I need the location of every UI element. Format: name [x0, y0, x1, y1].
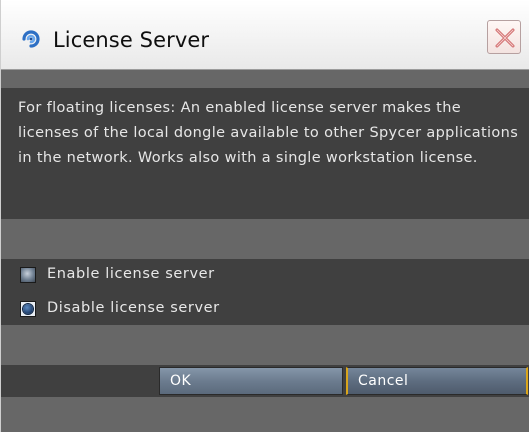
window-title: License Server — [53, 28, 210, 52]
disable-license-server-option[interactable]: Disable license server — [1, 293, 529, 325]
spacer-band — [1, 219, 529, 259]
ok-button[interactable]: OK — [159, 367, 343, 395]
footer-band — [1, 397, 529, 432]
license-server-dialog: License Server For floating licenses: An… — [0, 0, 529, 432]
cancel-button[interactable]: Cancel — [346, 367, 528, 395]
title-bar[interactable]: License Server — [1, 0, 529, 70]
enable-radio-label[interactable]: Enable license server — [47, 266, 215, 282]
spacer-band — [1, 325, 529, 365]
close-icon — [495, 28, 515, 48]
disable-radio[interactable] — [20, 301, 36, 317]
spycer-app-icon — [19, 27, 43, 51]
close-button[interactable] — [487, 20, 521, 54]
description-text: For floating licenses: An enabled licens… — [18, 100, 519, 166]
enable-radio[interactable] — [20, 267, 36, 283]
spacer-band — [1, 70, 529, 88]
disable-radio-label[interactable]: Disable license server — [47, 300, 220, 316]
enable-license-server-option[interactable]: Enable license server — [1, 259, 529, 291]
